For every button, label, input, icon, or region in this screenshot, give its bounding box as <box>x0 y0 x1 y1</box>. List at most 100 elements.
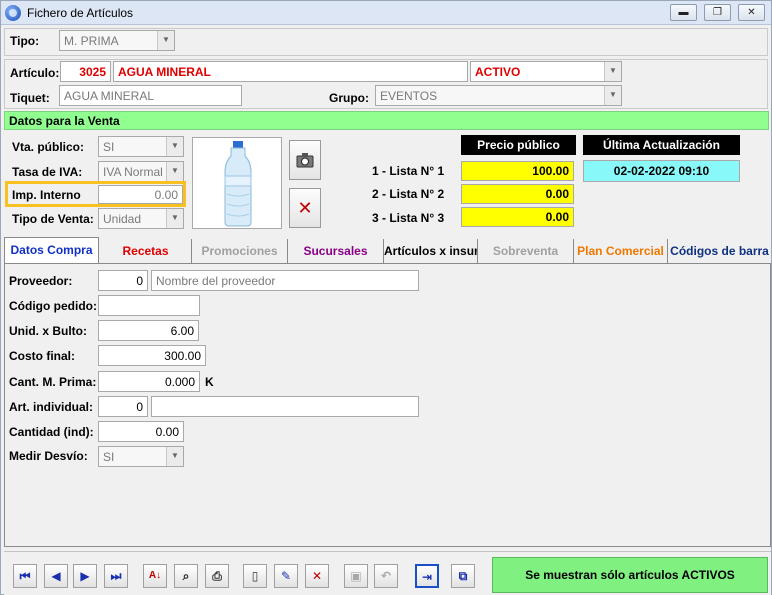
edit-record-button[interactable]: ✎ <box>274 564 298 588</box>
proveedor-label: Proveedor: <box>9 274 73 288</box>
unid-bulto-field[interactable]: 6.00 <box>98 320 199 341</box>
exit-button[interactable]: ⇥ <box>415 564 439 588</box>
tab-sucursales[interactable]: Sucursales <box>288 239 384 263</box>
print-button[interactable]: ⎙ <box>205 564 229 588</box>
save-record-button[interactable]: ▣ <box>344 564 368 588</box>
medir-desvio-value: SI <box>103 450 115 464</box>
camera-button[interactable] <box>289 140 321 180</box>
window-title: Fichero de Artículos <box>27 6 134 20</box>
imp-interno-field[interactable]: 0.00 <box>98 185 183 204</box>
art-individual-name-field[interactable] <box>151 396 419 417</box>
medir-desvio-select[interactable]: SI ▼ <box>98 446 184 467</box>
water-bottle-image <box>224 141 252 227</box>
camera-icon <box>296 153 314 168</box>
tipo-select[interactable]: M. PRIMA ▼ <box>59 30 175 51</box>
delete-record-button[interactable]: ✕ <box>305 564 329 588</box>
vta-publico-label: Vta. público: <box>12 140 84 154</box>
exit-door-icon: ⇥ <box>421 570 433 584</box>
codigo-pedido-label: Código pedido: <box>9 299 97 313</box>
active-filter-button[interactable]: Se muestran sólo artículos ACTIVOS <box>492 557 768 593</box>
sort-az-icon: A↓ <box>148 570 162 581</box>
tipo-value: M. PRIMA <box>64 34 119 48</box>
tab-codigos-de-barra[interactable]: Códigos de barra <box>668 239 771 263</box>
chevron-down-icon: ▼ <box>604 86 621 105</box>
tab-recetas[interactable]: Recetas <box>100 239 192 263</box>
lista-3-value[interactable]: 0.00 <box>461 207 574 227</box>
maximize-button[interactable]: ❐ <box>704 4 731 21</box>
sort-az-button[interactable]: A↓ <box>143 564 167 588</box>
cant-mprima-label: Cant. M. Prima: <box>9 375 97 389</box>
red-x-icon: ✕ <box>297 198 313 218</box>
first-icon: ⏮ <box>19 569 31 583</box>
cant-mprima-field[interactable]: 0.000 <box>98 371 200 392</box>
tasa-iva-value: IVA Normal <box>103 165 163 179</box>
title-bar: Fichero de Artículos ▬ ❐ ✕ <box>1 1 771 25</box>
undo-button[interactable]: ↶ <box>374 564 398 588</box>
precio-publico-header: Precio público <box>461 135 576 155</box>
tab-articulos-x-insumo[interactable]: Artículos x insumo <box>384 239 478 263</box>
tasa-iva-select[interactable]: IVA Normal ▼ <box>98 161 184 182</box>
undo-icon: ↶ <box>380 569 392 583</box>
tab-promociones-label: Promociones <box>201 244 278 258</box>
last-record-button[interactable]: ⏭ <box>104 564 128 588</box>
minimize-button[interactable]: ▬ <box>670 4 697 21</box>
tab-plan-comercial-label: Plan Comercial <box>577 244 664 258</box>
chevron-down-icon: ▼ <box>166 209 183 228</box>
last-icon: ⏭ <box>110 569 122 583</box>
proveedor-name-field[interactable]: Nombre del proveedor <box>151 270 419 291</box>
vta-publico-value: SI <box>103 140 115 154</box>
art-individual-label: Art. individual: <box>9 400 93 414</box>
tiquet-label: Tiquet: <box>10 91 50 105</box>
lista-1-value[interactable]: 100.00 <box>461 161 574 181</box>
lista-2-label: 2 - Lista N° 2 <box>372 187 445 201</box>
imp-interno-label: Imp. Interno <box>12 188 81 202</box>
estado-value: ACTIVO <box>475 65 521 79</box>
prev-icon: ◀ <box>51 569 61 583</box>
costo-final-field[interactable]: 300.00 <box>98 345 206 366</box>
lista-1-label: 1 - Lista N° 1 <box>372 164 445 178</box>
proveedor-code-field[interactable]: 0 <box>98 270 148 291</box>
tipo-label: Tipo: <box>10 34 40 48</box>
app-globe-icon <box>5 5 21 21</box>
art-individual-code-field[interactable]: 0 <box>98 396 148 417</box>
tab-sobreventa[interactable]: Sobreventa <box>478 239 574 263</box>
tab-promociones[interactable]: Promociones <box>192 239 288 263</box>
tipo-venta-select[interactable]: Unidad ▼ <box>98 208 184 229</box>
articulo-label: Artículo: <box>10 66 60 80</box>
ultima-actualizacion-value: 02-02-2022 09:10 <box>583 160 740 182</box>
estado-select[interactable]: ACTIVO ▼ <box>470 61 622 82</box>
close-button[interactable]: ✕ <box>738 4 765 21</box>
tiquet-field[interactable]: AGUA MINERAL <box>59 85 242 106</box>
cant-mprima-unit: K <box>205 375 214 389</box>
articulo-code-field[interactable]: 3025 <box>60 61 111 82</box>
grupo-label: Grupo: <box>329 91 369 105</box>
cantidad-ind-field[interactable]: 0.00 <box>98 421 184 442</box>
articulo-name-field[interactable]: AGUA MINERAL <box>113 61 468 82</box>
tab-recetas-label: Recetas <box>122 244 169 258</box>
prev-record-button[interactable]: ◀ <box>44 564 68 588</box>
new-record-button[interactable]: ▯ <box>243 564 267 588</box>
tasa-iva-label: Tasa de IVA: <box>12 165 83 179</box>
costo-final-label: Costo final: <box>9 349 75 363</box>
product-photo <box>192 137 282 229</box>
tab-plan-comercial[interactable]: Plan Comercial <box>574 239 668 263</box>
tab-datos-compra[interactable]: Datos Compra <box>4 237 99 264</box>
search-button[interactable]: ⌕ <box>174 564 198 588</box>
first-record-button[interactable]: ⏮ <box>13 564 37 588</box>
new-document-icon: ▯ <box>251 569 259 583</box>
next-record-button[interactable]: ▶ <box>73 564 97 588</box>
medir-desvio-label: Medir Desvío: <box>9 449 88 463</box>
chevron-down-icon: ▼ <box>166 447 183 466</box>
tab-datos-compra-label: Datos Compra <box>10 243 93 257</box>
vta-publico-select[interactable]: SI ▼ <box>98 136 184 157</box>
codigo-pedido-field[interactable] <box>98 295 200 316</box>
delete-icon: ✕ <box>311 569 323 583</box>
tab-articulos-x-insumo-label: Artículos x insumo <box>384 244 477 258</box>
delete-photo-button[interactable]: ✕ <box>289 188 321 228</box>
tab-sucursales-label: Sucursales <box>303 244 368 258</box>
lista-2-value[interactable]: 0.00 <box>461 184 574 204</box>
windows-button[interactable]: ⧉ <box>451 564 475 588</box>
grupo-select[interactable]: EVENTOS ▼ <box>375 85 622 106</box>
chevron-down-icon: ▼ <box>604 62 621 81</box>
windows-icon: ⧉ <box>458 569 468 583</box>
